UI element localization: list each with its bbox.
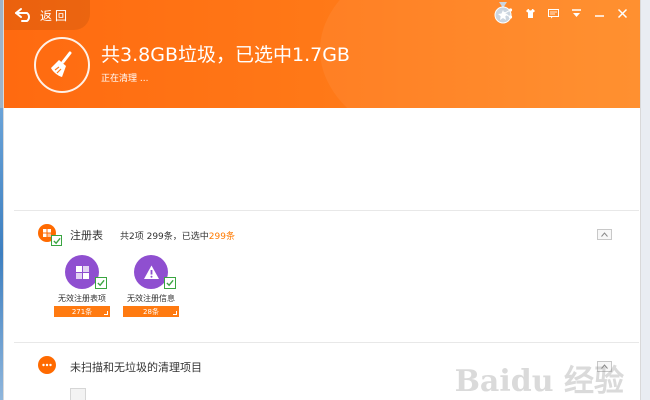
registry-section-title: 注册表 <box>70 229 103 242</box>
broom-icon <box>34 37 90 93</box>
share-icon[interactable] <box>496 4 519 22</box>
feedback-icon[interactable] <box>542 4 565 22</box>
more-icon <box>38 356 56 374</box>
chevron-up-icon <box>601 232 608 237</box>
medal-icon[interactable] <box>494 2 512 24</box>
page-title: 共3.8GB垃圾，已选中1.7GB <box>101 44 350 66</box>
registry-item-invalid-entries[interactable]: 无效注册表项 271条 <box>42 255 122 317</box>
registry-section-checkbox[interactable] <box>51 235 62 246</box>
warning-icon <box>134 255 176 289</box>
registry-selected-count: 299条 <box>208 232 235 242</box>
registry-section-summary: 共2项 299条，已选中299条 <box>120 229 235 242</box>
minimize-icon[interactable] <box>588 4 611 22</box>
item-label: 无效注册表项 <box>58 294 106 303</box>
item-label: 无效注册信息 <box>127 294 175 303</box>
status-text: 正在清理 ... <box>101 74 149 84</box>
header-banner: 返回 共3.8GB垃圾，已选中1.7GB 正在清理 ... <box>4 0 640 108</box>
registry-summary-text: 共2项 299条，已选中 <box>120 232 209 242</box>
unscanned-section-title: 未扫描和无垃圾的清理项目 <box>70 361 202 374</box>
item-checkbox[interactable] <box>95 277 107 289</box>
item-checkbox[interactable] <box>164 277 176 289</box>
back-arrow-icon <box>15 8 30 22</box>
back-label: 返回 <box>40 8 71 23</box>
item-count-badge[interactable]: 271条 <box>54 306 110 317</box>
skin-icon[interactable] <box>519 4 542 22</box>
close-icon[interactable] <box>611 4 634 22</box>
window-controls <box>496 4 634 22</box>
item-count-badge[interactable]: 28条 <box>123 306 179 317</box>
section-divider <box>14 342 639 343</box>
registry-icon <box>65 255 107 289</box>
cleaner-window: 返回 共3.8GB垃圾，已选中1.7GB 正在清理 ... 注册表 共2项 29… <box>3 0 641 400</box>
unscanned-item-placeholder <box>70 388 86 400</box>
back-button[interactable]: 返回 <box>4 0 90 30</box>
registry-item-invalid-info[interactable]: 无效注册信息 28条 <box>111 255 191 317</box>
watermark: Baidu 经验 <box>454 364 624 399</box>
section-divider <box>14 210 639 211</box>
registry-collapse-button[interactable] <box>597 229 612 240</box>
menu-icon[interactable] <box>565 4 588 22</box>
